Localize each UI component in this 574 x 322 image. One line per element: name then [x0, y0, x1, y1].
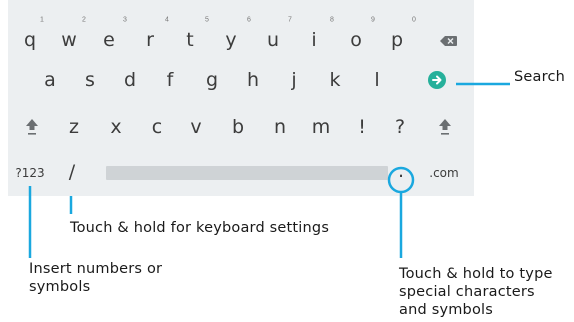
numbers-callout-label: Insert numbers or symbols: [29, 260, 162, 296]
numbers-callout-line-2: symbols: [29, 279, 91, 295]
period-key-highlight: [387, 166, 415, 194]
keyboard-settings-callout-label: Touch & hold for keyboard settings: [70, 220, 330, 236]
special-chars-callout-label: Touch & hold to type special characters …: [399, 265, 553, 319]
special-callout-line-1: Touch & hold to type: [399, 266, 553, 282]
special-callout-line-2: special characters: [399, 284, 535, 300]
numbers-callout-line-1: Insert numbers or: [29, 261, 163, 277]
special-callout-line-3: and symbols: [399, 302, 494, 318]
search-callout-label: Search: [514, 69, 566, 85]
